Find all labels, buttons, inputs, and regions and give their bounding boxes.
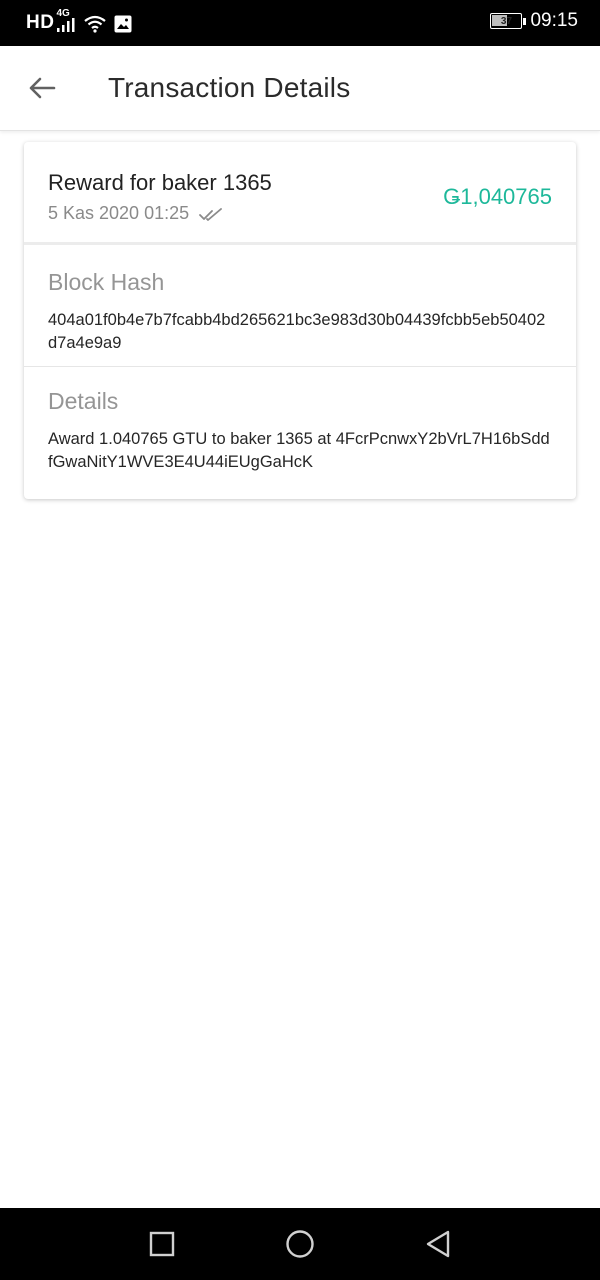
transaction-title: Reward for baker 1365 [48,170,272,195]
block-hash-label: Block Hash [48,269,165,295]
transaction-summary: Reward for baker 1365 5 Kas 2020 01:25 Ǥ… [24,142,576,245]
home-button[interactable] [282,1226,318,1262]
arrow-back-icon [29,77,56,99]
transaction-amount: Ǥ1,040765 [443,184,552,209]
transaction-card: Reward for baker 1365 5 Kas 2020 01:25 Ǥ… [24,142,576,499]
battery-icon: 37 [490,13,523,29]
transaction-date-row: 5 Kas 2020 01:25 [48,203,223,224]
page-title: Transaction Details [108,72,351,103]
square-icon [149,1231,175,1257]
status-left: HD 4G [26,8,132,36]
block-hash-value: 404a01f0b4e7b7fcabb4bd265621bc3e983d30b0… [48,311,546,352]
status-right: 37 09:15 [490,10,578,32]
app-bar: Transaction Details [0,46,600,131]
triangle-back-icon [426,1230,450,1258]
details-value: Award 1.040765 GTU to baker 1365 at 4Fcr… [48,430,550,471]
battery-tip [523,17,527,25]
status-bar: HD 4G 37 09:15 [0,0,600,46]
system-nav-bar [0,1208,600,1280]
battery-level: 37 [500,15,513,27]
circle-icon [286,1230,314,1258]
image-notification-icon [114,15,132,33]
back-button[interactable] [24,70,60,106]
cellular-signal-icon: 4G [56,8,78,36]
wifi-icon [84,15,107,33]
details-label: Details [48,388,119,414]
double-check-icon [199,207,223,221]
transaction-date: 5 Kas 2020 01:25 [48,203,190,223]
nav-back-button[interactable] [420,1226,456,1262]
clock: 09:15 [530,10,578,31]
recents-button[interactable] [144,1226,180,1262]
details-section: Details Award 1.040765 GTU to baker 1365… [24,368,576,499]
block-hash-section: Block Hash 404a01f0b4e7b7fcabb4bd265621b… [24,248,576,367]
hd-indicator: HD [26,12,55,33]
